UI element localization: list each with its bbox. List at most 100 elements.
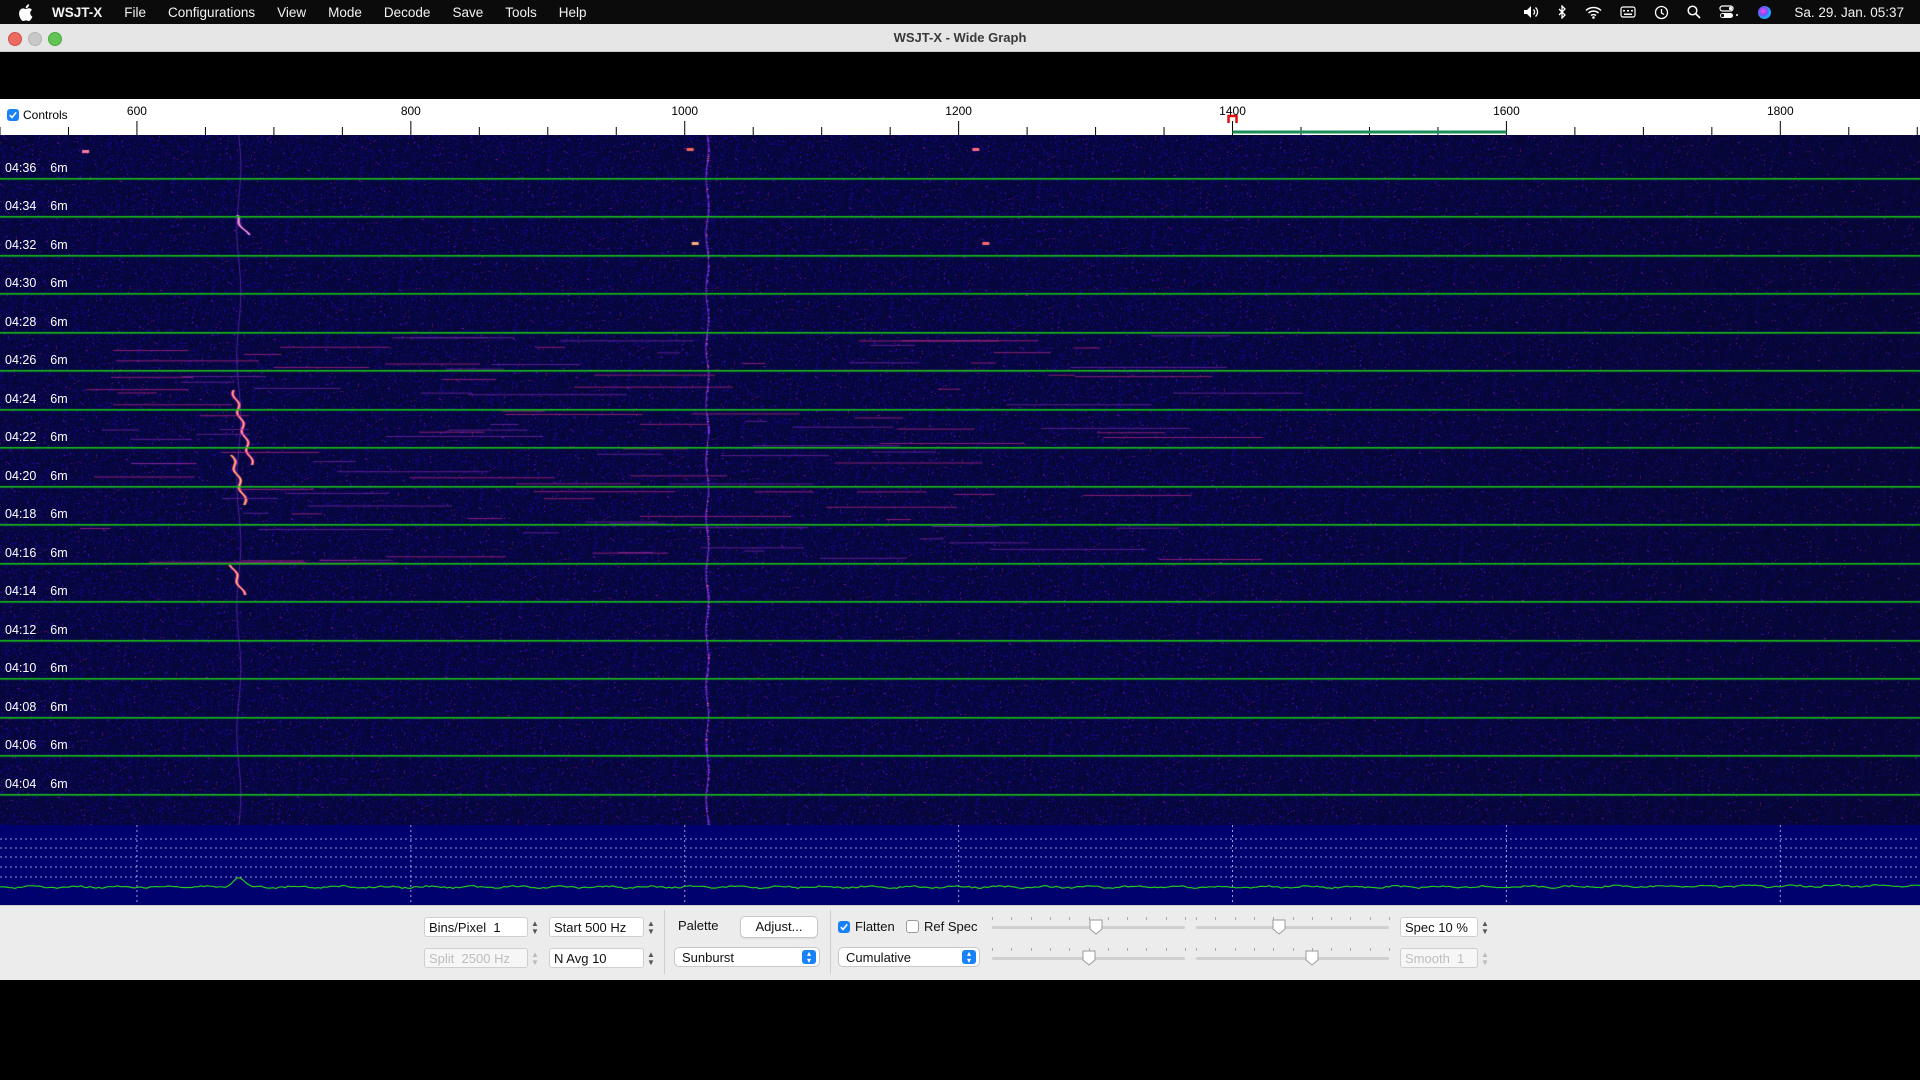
window-titlebar[interactable]: WSJT-X - Wide Graph [0,24,1920,52]
zero-slider[interactable] [1196,917,1390,937]
time-label-time: 04:34 [5,199,37,213]
menu-view[interactable]: View [277,5,306,20]
menubar-clock[interactable]: Sa. 29. Jan. 05:37 [1794,5,1904,20]
ref-spec-box-icon[interactable] [906,920,919,933]
controls-checkbox-check-icon[interactable] [7,109,19,121]
palette-label: Palette [678,918,719,933]
waterfall-time-label: 04:12 6m [5,623,68,637]
controls-checkbox-label: Controls [23,108,68,122]
spectrum-display[interactable] [0,825,1920,905]
frequency-scale[interactable]: 600 800 1000 1200 1400 1600 1800 Controls [0,101,1920,135]
slider-track[interactable] [1196,957,1389,960]
spectrum-zero-slider[interactable] [1196,948,1390,968]
slider-tick [1196,917,1197,920]
slider-tick [1107,917,1109,920]
adjust-palette-button[interactable]: Adjust... [740,916,818,938]
time-label-band: 6m [50,161,68,175]
spotlight-search-icon[interactable] [1687,5,1702,19]
slider-thumb-icon[interactable] [1272,919,1286,935]
menu-configurations[interactable]: Configurations [168,5,255,20]
slider-tick [1234,917,1236,920]
siri-icon[interactable] [1757,5,1772,20]
slider-tick [1165,917,1167,920]
menu-help[interactable]: Help [559,5,587,20]
slider-thumb-icon[interactable] [1305,950,1319,966]
slider-tick [1215,948,1217,951]
n-avg-label: N Avg [554,951,589,966]
time-label-time: 04:12 [5,623,37,637]
bins-per-pixel-spinbox[interactable]: Bins/Pixel 1 ▲ ▼ [424,917,539,937]
scale-tick-label: 1400 [1219,104,1246,118]
mac-menubar: WSJT-X File Configurations View Mode Dec… [0,0,1920,24]
slider-tick [1331,917,1333,920]
slider-thumb-icon[interactable] [1082,950,1096,966]
waterfall-time-label: 04:14 6m [5,584,68,598]
spectrum-gain-slider[interactable] [992,948,1186,968]
bluetooth-icon[interactable] [1558,5,1567,19]
palette-select[interactable]: Sunburst ▴ ▾ [674,947,820,967]
time-label-band: 6m [50,738,68,752]
slider-tick [1011,917,1013,920]
scale-tick-label: 600 [127,104,147,118]
n-avg-spinbox[interactable]: N Avg 10 ▲ ▼ [549,948,655,968]
waterfall-time-label: 04:28 6m [5,315,68,329]
slider-tick [1253,917,1255,920]
time-label-band: 6m [50,584,68,598]
flatten-check-icon[interactable] [838,920,850,933]
spectrum-mode-select[interactable]: Cumulative ▴ ▾ [838,947,980,967]
scale-tick-label: 1000 [671,104,698,118]
time-machine-icon[interactable] [1654,5,1669,20]
apple-menu-icon[interactable] [17,3,34,21]
gain-slider[interactable] [992,917,1186,937]
time-label-band: 6m [50,199,68,213]
keyboard-input-icon[interactable] [1620,6,1637,18]
spec-stepper-icon[interactable]: ▲ ▼ [1479,918,1491,938]
control-center-icon[interactable] [1719,5,1739,19]
waterfall-time-label: 04:32 6m [5,238,68,252]
flatten-checkbox[interactable]: Flatten [838,919,895,934]
time-label-band: 6m [50,430,68,444]
waterfall-time-label: 04:34 6m [5,199,68,213]
slider-thumb-icon[interactable] [1089,919,1103,935]
split-spinbox: Split 2500 Hz ▲ ▼ [424,948,539,968]
spec-value: 10 % [1438,920,1468,935]
spec-percent-spinbox[interactable]: Spec 10 % ▲ ▼ [1400,917,1489,937]
time-label-time: 04:18 [5,507,37,521]
controls-checkbox[interactable]: Controls [7,108,68,122]
start-stepper-icon[interactable]: ▲ ▼ [645,918,657,938]
slider-tick [1215,917,1217,920]
slider-tick [1292,917,1294,920]
slider-tick [1185,917,1186,920]
time-label-time: 04:26 [5,353,37,367]
n-avg-stepper-icon[interactable]: ▲ ▼ [645,949,657,969]
slider-tick [1292,948,1294,951]
menu-tools[interactable]: Tools [505,5,537,20]
menu-file[interactable]: File [124,5,146,20]
bins-per-pixel-label: Bins/Pixel [429,920,487,935]
volume-icon[interactable] [1523,5,1540,19]
spectrum-mode-chevron-icon[interactable]: ▴ ▾ [962,950,976,965]
spectrum-mode-value: Cumulative [846,950,912,965]
palette-select-chevron-icon[interactable]: ▴ ▾ [802,950,816,965]
menu-decode[interactable]: Decode [384,5,431,20]
menu-app-name[interactable]: WSJT-X [52,5,102,20]
smooth-spinbox: Smooth 1 ▲ ▼ [1400,948,1489,968]
wifi-icon[interactable] [1585,6,1602,19]
waterfall-display[interactable] [0,135,1920,825]
frequency-scale-svg[interactable]: 600 800 1000 1200 1400 1600 1800 [0,101,1920,135]
waterfall-time-label: 04:04 6m [5,777,68,791]
waterfall-time-label: 04:16 6m [5,546,68,560]
menu-mode[interactable]: Mode [328,5,362,20]
slider-tick [1389,948,1390,951]
time-label-band: 6m [50,238,68,252]
menu-save[interactable]: Save [452,5,483,20]
ref-spec-checkbox[interactable]: Ref Spec [906,919,977,934]
slider-tick [1049,948,1051,951]
bins-per-pixel-stepper-icon[interactable]: ▲ ▼ [529,918,541,938]
slider-track[interactable] [1196,926,1389,929]
start-frequency-spinbox[interactable]: Start 500 Hz ▲ ▼ [549,917,655,937]
panel-separator [830,910,831,974]
slider-tick [1030,917,1032,920]
time-label-band: 6m [50,777,68,791]
controls-panel: Bins/Pixel 1 ▲ ▼ Start 500 Hz ▲ ▼ Split 25… [0,905,1920,980]
